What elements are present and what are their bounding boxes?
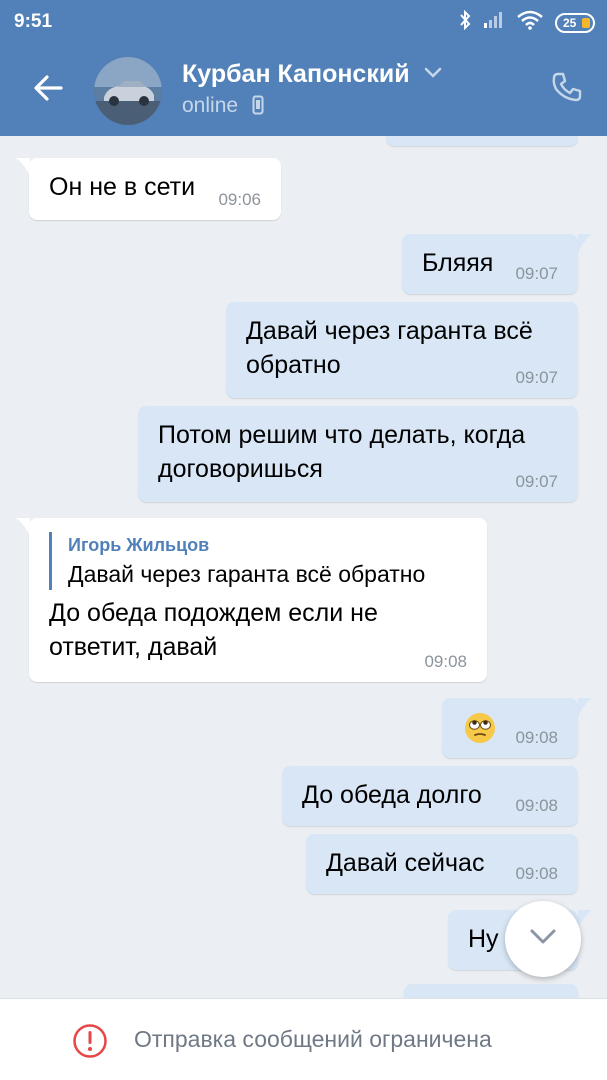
scroll-to-bottom-button[interactable] (505, 901, 581, 977)
message-time: 09:08 (515, 796, 558, 815)
warning-icon (72, 1023, 108, 1064)
message-bubble-partial (386, 136, 578, 146)
chevron-down-icon[interactable] (424, 66, 442, 84)
chat-header: Курбан Капонский online (0, 44, 607, 136)
bubble-tail (578, 910, 592, 928)
message-bubble-outgoing[interactable]: Давай сейчас 09:08 (306, 834, 578, 894)
message-time: 09:07 (515, 472, 558, 491)
message-bubble-incoming[interactable]: Игорь Жильцов Давай через гаранта всё об… (29, 518, 487, 682)
contact-status: online (182, 94, 264, 121)
mobile-icon (252, 95, 264, 121)
message-text: Потом решим что делать, когда договоришь… (158, 421, 526, 483)
bubble-tail (16, 518, 30, 536)
message-time: 09:08 (515, 864, 558, 883)
signal-icon (483, 11, 505, 35)
battery-icon: 25 (555, 13, 595, 33)
message-bubble-outgoing[interactable]: Потом решим что делать, когда договоришь… (138, 406, 578, 502)
bubble-tail (16, 158, 30, 176)
status-bar: 9:51 25 (0, 0, 607, 44)
message-time: 09:08 (515, 728, 558, 747)
message-restriction-bar: Отправка сообщений ограничена (0, 998, 607, 1080)
back-arrow-icon (33, 74, 63, 106)
message-bubble-outgoing[interactable]: 🙄 09:08 (442, 698, 578, 758)
message-text: До обеда подождем если не ответит, давай (49, 599, 378, 661)
restriction-notice: Отправка сообщений ограничена (134, 1026, 492, 1052)
bluetooth-icon (459, 9, 471, 36)
contact-name[interactable]: Курбан Капонский (182, 60, 410, 89)
message-emoji (464, 712, 496, 753)
message-bubble-outgoing[interactable]: Давай через гаранта всё обратно 09:07 (226, 302, 578, 398)
reply-quote[interactable]: Игорь Жильцов Давай через гаранта всё об… (49, 532, 467, 590)
clock: 9:51 (14, 11, 53, 32)
phone-icon (551, 71, 583, 108)
back-button[interactable] (28, 70, 68, 110)
message-list[interactable]: Он не в сети 09:06 Бляяя 09:07 Давай чер… (0, 136, 607, 998)
reply-text: Давай через гаранта всё обратно (68, 561, 426, 587)
message-bubble-incoming[interactable]: Он не в сети 09:06 (29, 158, 281, 220)
eye-roll-emoji-icon (465, 713, 495, 743)
avatar[interactable] (94, 57, 162, 125)
online-status: online (182, 94, 239, 117)
message-time: 09:07 (515, 264, 558, 283)
bubble-tail (578, 234, 592, 252)
message-time: 09:07 (515, 368, 558, 387)
wifi-icon (517, 10, 543, 36)
message-text: Давай через гаранта всё обратно (246, 317, 533, 379)
status-icons: 25 (459, 9, 595, 36)
message-bubble-partial (404, 984, 578, 998)
message-time: 09:06 (218, 190, 261, 209)
chevron-down-icon (529, 928, 557, 951)
message-bubble-outgoing[interactable]: До обеда долго 09:08 (282, 766, 578, 826)
message-time: 09:08 (424, 652, 467, 671)
message-bubble-outgoing[interactable]: Бляяя 09:07 (402, 234, 578, 294)
bubble-tail (578, 698, 592, 716)
reply-author: Игорь Жильцов (68, 535, 210, 555)
call-button[interactable] (540, 62, 596, 118)
